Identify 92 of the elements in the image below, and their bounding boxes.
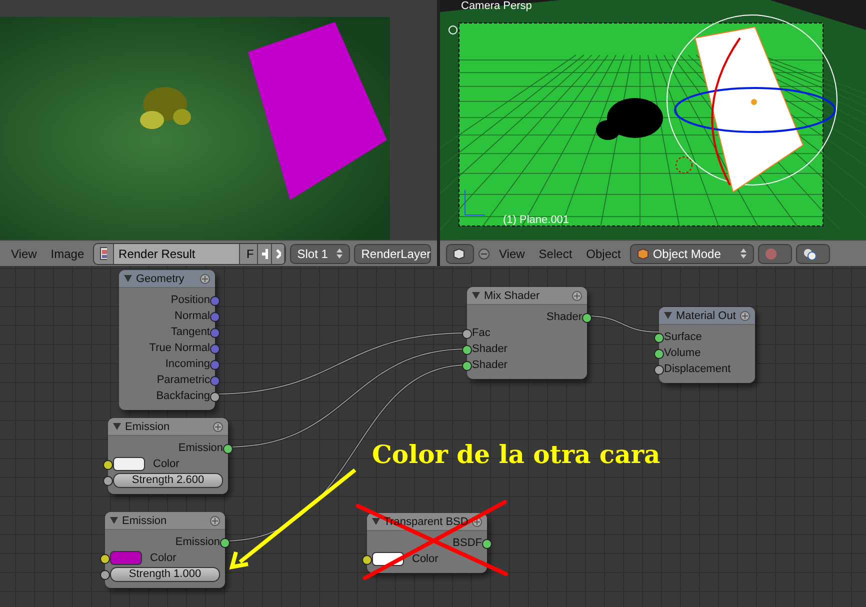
color-swatch[interactable] bbox=[113, 457, 145, 471]
socket-label: Shader bbox=[472, 359, 508, 371]
socket-label: Surface bbox=[664, 331, 702, 343]
socket-dot[interactable] bbox=[654, 333, 664, 343]
circles-icon bbox=[802, 248, 817, 260]
socket-label: Emission bbox=[175, 536, 220, 548]
cube-icon bbox=[453, 248, 465, 260]
plus-circle-icon[interactable] bbox=[213, 422, 223, 432]
object-label: (1) Plane.001 bbox=[503, 214, 570, 226]
socket-label: Color bbox=[153, 458, 180, 470]
socket-label: Color bbox=[150, 552, 176, 564]
collapse-triangle-icon[interactable] bbox=[664, 312, 672, 319]
node-card[interactable]: Material Out Surface Volume Displacement bbox=[659, 307, 755, 383]
collapse-triangle-icon[interactable] bbox=[372, 518, 380, 525]
node-title: Material Out bbox=[676, 310, 736, 322]
socket-label: Emission bbox=[178, 442, 223, 454]
menu-item[interactable]: Image bbox=[46, 244, 90, 262]
sphere-icon bbox=[764, 248, 777, 260]
node-card[interactable]: Emission Emission Color Strength 2.600 bbox=[108, 418, 228, 494]
menu-item[interactable]: Object bbox=[581, 244, 626, 262]
menu-item[interactable]: View bbox=[6, 244, 42, 262]
socket-label: True Normal bbox=[149, 342, 210, 354]
socket-dot[interactable] bbox=[220, 538, 230, 548]
plus-circle-icon[interactable] bbox=[210, 516, 220, 526]
collapse-circle-icon[interactable] bbox=[478, 248, 490, 260]
socket-dot[interactable] bbox=[482, 539, 492, 549]
node-title: Geometry bbox=[136, 272, 186, 284]
image-name: Render Result bbox=[118, 246, 196, 260]
image-browse-field[interactable]: Render Result F bbox=[93, 242, 286, 264]
plus-circle-icon[interactable] bbox=[740, 310, 750, 320]
cube-icon bbox=[636, 248, 649, 260]
menu-item[interactable]: View bbox=[494, 244, 530, 262]
socket-label: Position bbox=[170, 294, 210, 306]
socket-dot[interactable] bbox=[210, 296, 220, 306]
socket-label: BSDF bbox=[452, 537, 482, 549]
socket-dot[interactable] bbox=[582, 313, 592, 323]
node-title: Mix Shader bbox=[484, 290, 541, 302]
socket-dot[interactable] bbox=[210, 344, 220, 354]
slot-dropdown[interactable]: Slot 1 bbox=[290, 244, 350, 264]
collapse-triangle-icon[interactable] bbox=[113, 423, 121, 430]
socket-dot[interactable] bbox=[103, 476, 113, 486]
socket-dot[interactable] bbox=[462, 345, 472, 355]
fake-user-toggle[interactable]: F bbox=[246, 246, 254, 260]
strength-field[interactable]: Strength 2.600 bbox=[113, 472, 223, 488]
node-card[interactable]: Mix Shader Shader Fac Shader Shader bbox=[467, 287, 587, 379]
socket-label: Parametric bbox=[156, 374, 210, 386]
editor-type-dropdown[interactable] bbox=[446, 244, 474, 264]
collapse-triangle-icon[interactable] bbox=[110, 517, 118, 524]
pivot-dropdown[interactable] bbox=[796, 244, 830, 264]
socket-dot[interactable] bbox=[210, 328, 220, 338]
node-editor-canvas[interactable] bbox=[0, 266, 866, 607]
socket-dot[interactable] bbox=[210, 376, 220, 386]
node-title: Emission bbox=[122, 514, 168, 526]
socket-label: Displacement bbox=[664, 363, 731, 375]
socket-dot[interactable] bbox=[210, 360, 220, 370]
view-label: Camera Persp bbox=[461, 0, 532, 12]
socket-dot[interactable] bbox=[654, 365, 664, 375]
socket-label: Shader bbox=[472, 343, 508, 355]
up-down-arrows-icon bbox=[336, 248, 344, 259]
socket-dot[interactable] bbox=[100, 554, 110, 564]
socket-dot[interactable] bbox=[362, 555, 372, 565]
plus-circle-icon[interactable] bbox=[200, 274, 210, 284]
socket-label: Backfacing bbox=[156, 390, 210, 402]
menu-item[interactable]: Select bbox=[534, 244, 578, 262]
render-layer-dropdown[interactable]: RenderLayer bbox=[354, 244, 431, 264]
socket-label: Incoming bbox=[165, 358, 210, 370]
socket-label: Volume bbox=[664, 347, 701, 359]
socket-dot[interactable] bbox=[462, 361, 472, 371]
socket-dot[interactable] bbox=[210, 312, 220, 322]
socket-label: Normal bbox=[174, 310, 210, 322]
strength-field[interactable]: Strength 1.000 bbox=[110, 566, 220, 582]
socket-dot[interactable] bbox=[462, 329, 472, 339]
socket-label: Shader bbox=[546, 311, 582, 323]
socket-label: Fac bbox=[472, 327, 490, 339]
up-down-arrows-icon bbox=[740, 248, 747, 259]
socket-dot[interactable] bbox=[223, 444, 233, 454]
socket-label: Color bbox=[412, 553, 438, 565]
node-title: Emission bbox=[125, 420, 171, 432]
mode-dropdown[interactable]: Object Mode bbox=[630, 244, 754, 264]
socket-dot[interactable] bbox=[103, 460, 113, 470]
image-icon[interactable] bbox=[100, 247, 107, 260]
collapse-triangle-icon[interactable] bbox=[472, 292, 480, 299]
socket-dot[interactable] bbox=[210, 392, 220, 402]
node-card[interactable]: Geometry Position Normal Tangent True Normal Incoming Parametric Backfacing bbox=[119, 270, 215, 410]
annotation-text: Color de la otra cara bbox=[372, 440, 660, 469]
socket-label: Tangent bbox=[170, 326, 210, 338]
node-card[interactable]: Emission Emission Color Strength 1.000 bbox=[105, 512, 225, 588]
socket-dot[interactable] bbox=[654, 349, 664, 359]
collapse-triangle-icon[interactable] bbox=[124, 275, 132, 282]
plus-circle-icon[interactable] bbox=[572, 290, 582, 300]
socket-dot[interactable] bbox=[100, 570, 110, 580]
color-swatch[interactable] bbox=[110, 551, 142, 565]
